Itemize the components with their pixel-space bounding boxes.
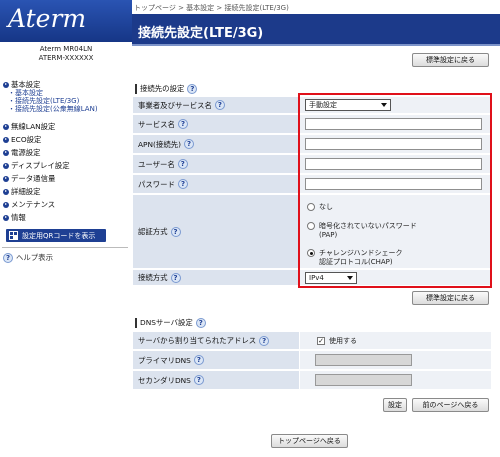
sidebar-subitem-public-wlan[interactable]: ・接続先設定(公衆無線LAN)	[8, 104, 98, 114]
device-info: Aterm MR04LN ATERM-XXXXXX	[0, 42, 132, 69]
sidebar-item-label: 電源設定	[11, 148, 41, 157]
section-title-text: 接続先の設定	[140, 84, 185, 93]
value-secondary-dns	[300, 371, 491, 390]
sidebar-item-label: 情報	[11, 213, 26, 222]
section-marker	[135, 83, 137, 94]
restore-defaults-button-top[interactable]: 標準設定に戻る	[412, 53, 489, 67]
section-title-connection: 接続先の設定 ?	[135, 83, 198, 94]
set-button[interactable]: 設定	[383, 398, 407, 412]
help-icon[interactable]: ?	[177, 119, 188, 129]
sidebar-item-label: ECO設定	[11, 135, 42, 144]
sidebar-item-advanced[interactable]: 詳細設定	[3, 186, 41, 197]
help-icon[interactable]: ?	[170, 272, 181, 283]
sidebar-item-label: データ通信量	[11, 174, 56, 183]
aterm-logo: Aterm	[8, 4, 87, 33]
help-icon[interactable]: ?	[193, 375, 204, 385]
label-text: サービス名	[138, 119, 175, 129]
label-provider: 事業者及びサービス名 ?	[133, 97, 299, 114]
section-title-text: DNSサーバ設定	[140, 318, 193, 327]
value-primary-dns	[300, 351, 491, 370]
logo-panel: Aterm	[0, 0, 132, 42]
sidebar-item-label: 詳細設定	[11, 187, 41, 196]
label-auth-method: 認証方式 ?	[133, 195, 299, 269]
label-primary-dns: プライマリDNS ?	[133, 351, 299, 370]
label-text: パスワード	[138, 179, 175, 189]
label-service-name: サービス名 ?	[133, 115, 299, 134]
help-icon: ?	[3, 252, 13, 263]
section-marker	[135, 317, 137, 328]
secondary-dns-input[interactable]	[315, 374, 412, 386]
label-text: ユーザー名	[138, 159, 175, 169]
label-text: 事業者及びサービス名	[138, 100, 212, 110]
sidebar: Aterm Aterm MR04LN ATERM-XXXXXX 基本設定 ・基本…	[0, 0, 132, 457]
back-button[interactable]: 前のページへ戻る	[412, 398, 489, 412]
sidebar-divider	[2, 247, 128, 248]
label-text: セカンダリDNS	[138, 375, 191, 385]
label-username: ユーザー名 ?	[133, 155, 299, 174]
label-text: プライマリDNS	[138, 355, 191, 365]
label-dns-auto: サーバから割り当てられたアドレス ?	[133, 332, 299, 350]
device-id: ATERM-XXXXXX	[38, 54, 94, 62]
sidebar-item-power[interactable]: 電源設定	[3, 147, 41, 158]
dns-auto-checkbox-label: 使用する	[329, 337, 357, 345]
help-link[interactable]: ? ヘルプ表示	[3, 252, 53, 263]
sidebar-item-info[interactable]: 情報	[3, 212, 26, 223]
sidebar-item-eco[interactable]: ECO設定	[3, 134, 41, 145]
label-text: 認証方式	[138, 227, 168, 236]
primary-dns-input[interactable]	[315, 354, 412, 366]
top-page-button[interactable]: トップページへ戻る	[271, 434, 348, 448]
help-icon[interactable]: ?	[214, 100, 225, 110]
help-icon[interactable]: ?	[170, 226, 181, 237]
label-text: サーバから割り当てられたアドレス	[138, 336, 257, 345]
help-icon[interactable]: ?	[177, 159, 188, 169]
label-text: APN(接続先)	[138, 139, 181, 149]
section-title-dns: DNSサーバ設定 ?	[135, 317, 206, 328]
label-connection-type: 接続方式 ?	[133, 270, 299, 286]
arrow-bullet-icon	[3, 201, 9, 208]
label-secondary-dns: セカンダリDNS ?	[133, 371, 299, 390]
show-qr-code-button[interactable]: 設定用QRコードを表示	[6, 229, 106, 242]
page-title: 接続先設定(LTE/3G)	[138, 26, 264, 41]
sidebar-item-label: 無線LAN設定	[11, 122, 56, 131]
help-icon[interactable]: ?	[183, 139, 194, 149]
qr-code-icon	[9, 231, 18, 240]
sidebar-item-label: メンテナンス	[11, 200, 56, 209]
help-icon[interactable]: ?	[195, 317, 206, 328]
sidebar-item-label: ディスプレイ設定	[11, 161, 70, 170]
value-dns-auto: ✓ 使用する	[300, 332, 491, 350]
arrow-bullet-icon	[3, 188, 9, 195]
breadcrumb[interactable]: トップページ > 基本設定 > 接続先設定(LTE/3G)	[132, 0, 500, 14]
arrow-bullet-icon	[3, 162, 9, 169]
help-link-label: ヘルプ表示	[16, 253, 53, 262]
label-password: パスワード ?	[133, 175, 299, 194]
model-name: Aterm MR04LN	[39, 45, 93, 53]
sidebar-item-wlan[interactable]: 無線LAN設定	[3, 121, 55, 132]
arrow-bullet-icon	[3, 136, 9, 143]
arrow-bullet-icon	[3, 123, 9, 130]
help-icon[interactable]: ?	[259, 335, 270, 346]
sidebar-item-data-usage[interactable]: データ通信量	[3, 173, 55, 184]
highlight-box	[298, 93, 492, 288]
label-apn: APN(接続先) ?	[133, 135, 299, 154]
help-icon[interactable]: ?	[187, 83, 198, 94]
arrow-bullet-icon	[3, 81, 9, 88]
dns-auto-checkbox[interactable]: ✓	[317, 337, 325, 345]
sidebar-item-maintenance[interactable]: メンテナンス	[3, 199, 55, 210]
arrow-bullet-icon	[3, 149, 9, 156]
arrow-bullet-icon	[3, 214, 9, 221]
arrow-bullet-icon	[3, 175, 9, 182]
help-icon[interactable]: ?	[177, 179, 188, 189]
help-icon[interactable]: ?	[193, 355, 204, 365]
restore-defaults-button-mid[interactable]: 標準設定に戻る	[412, 291, 489, 305]
sidebar-item-display[interactable]: ディスプレイ設定	[3, 160, 70, 171]
title-underline	[132, 44, 500, 46]
label-text: 接続方式	[138, 273, 168, 282]
qr-button-label: 設定用QRコードを表示	[22, 231, 96, 240]
